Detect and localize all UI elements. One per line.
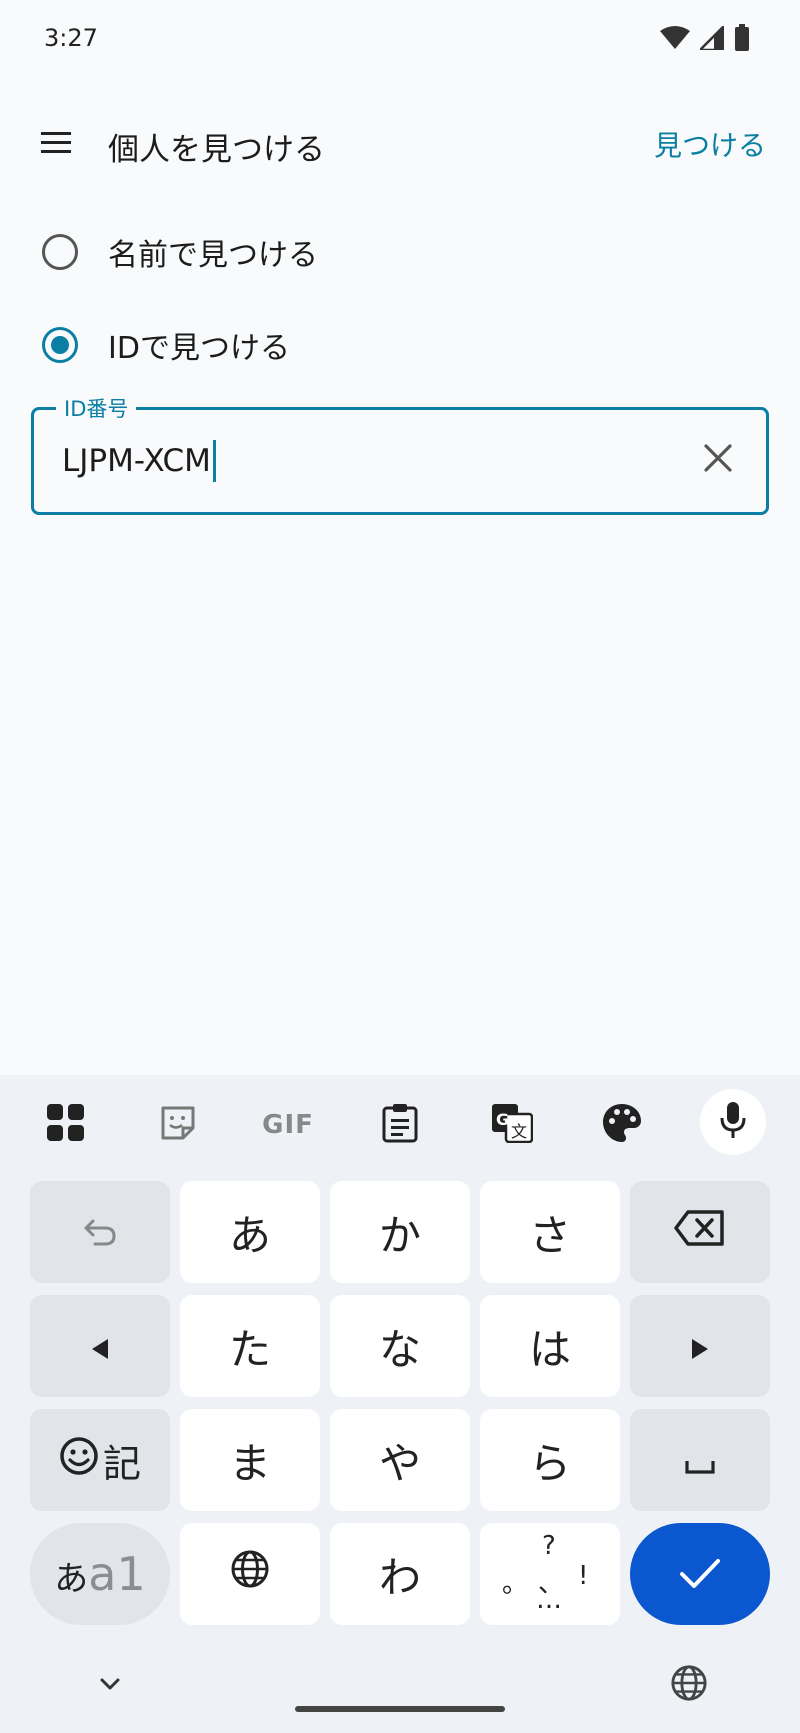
caret-left-icon bbox=[90, 1322, 110, 1371]
space-key[interactable] bbox=[630, 1409, 770, 1511]
svg-text:文: 文 bbox=[511, 1122, 527, 1141]
id-field-text: LJPM-XCM bbox=[62, 443, 211, 479]
key-ya[interactable]: や bbox=[330, 1409, 470, 1511]
hide-keyboard-button[interactable] bbox=[96, 1674, 124, 1698]
voice-input-button[interactable] bbox=[700, 1089, 766, 1155]
keyboard-bottom-bar bbox=[0, 1650, 800, 1733]
status-icons bbox=[660, 22, 750, 56]
cursor-right-key[interactable] bbox=[630, 1295, 770, 1397]
globe-icon bbox=[230, 1549, 270, 1599]
punct-exclamation: ! bbox=[578, 1561, 589, 1591]
id-number-field[interactable]: ID番号 LJPM-XCM bbox=[31, 393, 769, 515]
translate-button[interactable]: G 文 bbox=[480, 1093, 544, 1157]
globe-icon bbox=[670, 1665, 708, 1706]
id-field-value[interactable]: LJPM-XCM bbox=[62, 440, 216, 482]
status-bar: 3:27 bbox=[0, 0, 800, 80]
clipboard-icon bbox=[382, 1103, 418, 1147]
translate-icon: G 文 bbox=[491, 1103, 534, 1147]
input-mode-label: あa1 bbox=[54, 1547, 145, 1601]
gif-button[interactable]: GIF bbox=[256, 1093, 320, 1157]
punct-period: 。 bbox=[502, 1569, 529, 1599]
apps-grid-button[interactable] bbox=[34, 1093, 98, 1157]
clear-button[interactable] bbox=[694, 436, 742, 484]
signal-icon bbox=[696, 22, 726, 54]
status-time: 3:27 bbox=[44, 24, 98, 52]
language-switch-key[interactable] bbox=[180, 1523, 320, 1625]
menu-button[interactable] bbox=[30, 118, 82, 170]
emoji-symbol-key[interactable]: 記 bbox=[30, 1409, 170, 1511]
wifi-icon bbox=[660, 26, 690, 54]
radio-label-name: 名前で見つける bbox=[108, 238, 318, 273]
radio-find-by-id[interactable]: IDで見つける bbox=[40, 315, 760, 375]
sticker-button[interactable] bbox=[146, 1093, 210, 1157]
mode-alpha-label: a1 bbox=[88, 1547, 146, 1601]
mic-icon bbox=[719, 1100, 747, 1144]
menu-icon bbox=[41, 130, 71, 158]
clipboard-button[interactable] bbox=[368, 1093, 432, 1157]
key-wa[interactable]: わ bbox=[330, 1523, 470, 1625]
keyboard-language-button[interactable] bbox=[670, 1664, 708, 1706]
backspace-key[interactable] bbox=[630, 1181, 770, 1283]
cursor-left-key[interactable] bbox=[30, 1295, 170, 1397]
backspace-icon bbox=[674, 1208, 726, 1257]
caret-right-icon bbox=[690, 1322, 710, 1371]
key-ka[interactable]: か bbox=[330, 1181, 470, 1283]
key-sa[interactable]: さ bbox=[480, 1181, 620, 1283]
svg-text:G: G bbox=[496, 1110, 509, 1129]
radio-unchecked-icon bbox=[42, 234, 78, 270]
space-icon bbox=[684, 1436, 716, 1485]
mode-kana-label: あ bbox=[54, 1559, 89, 1599]
soft-keyboard: GIF G 文 あ か さ た な は 記 ま や ら あa1 わ ? 。 、 … bbox=[0, 1075, 800, 1733]
palette-icon bbox=[601, 1102, 643, 1148]
find-button[interactable]: 見つける bbox=[654, 124, 766, 164]
key-na[interactable]: な bbox=[330, 1295, 470, 1397]
gif-icon: GIF bbox=[262, 1110, 314, 1140]
punctuation-key[interactable]: ? 。 、 ! … bbox=[480, 1523, 620, 1625]
check-icon bbox=[679, 1550, 721, 1599]
app-bar: 個人を見つける 見つける bbox=[0, 96, 800, 192]
punct-ellipsis: … bbox=[536, 1585, 562, 1615]
enter-key[interactable] bbox=[630, 1523, 770, 1625]
radio-find-by-name[interactable]: 名前で見つける bbox=[40, 222, 760, 282]
key-ta[interactable]: た bbox=[180, 1295, 320, 1397]
radio-label-id: IDで見つける bbox=[108, 331, 290, 366]
keyboard-toolbar: GIF G 文 bbox=[0, 1075, 800, 1171]
text-caret bbox=[212, 440, 216, 482]
theme-button[interactable] bbox=[590, 1093, 654, 1157]
undo-icon bbox=[83, 1208, 117, 1257]
kigou-label: 記 bbox=[102, 1441, 141, 1486]
smiley-icon bbox=[59, 1436, 99, 1485]
key-a[interactable]: あ bbox=[180, 1181, 320, 1283]
sticker-icon bbox=[159, 1104, 197, 1146]
key-ma[interactable]: ま bbox=[180, 1409, 320, 1511]
chevron-down-icon bbox=[96, 1678, 124, 1698]
id-field-label: ID番号 bbox=[56, 393, 137, 423]
apps-grid-icon bbox=[46, 1103, 86, 1147]
emoji-symbol-content: 記 bbox=[59, 1433, 141, 1488]
input-mode-key[interactable]: あa1 bbox=[30, 1523, 170, 1625]
radio-checked-icon bbox=[42, 327, 78, 363]
battery-icon bbox=[734, 24, 750, 56]
close-icon bbox=[703, 443, 733, 477]
key-ha[interactable]: は bbox=[480, 1295, 620, 1397]
undo-key[interactable] bbox=[30, 1181, 170, 1283]
home-gesture-bar[interactable] bbox=[295, 1706, 505, 1712]
page-title: 個人を見つける bbox=[108, 132, 325, 168]
punct-question: ? bbox=[542, 1531, 556, 1561]
key-ra[interactable]: ら bbox=[480, 1409, 620, 1511]
